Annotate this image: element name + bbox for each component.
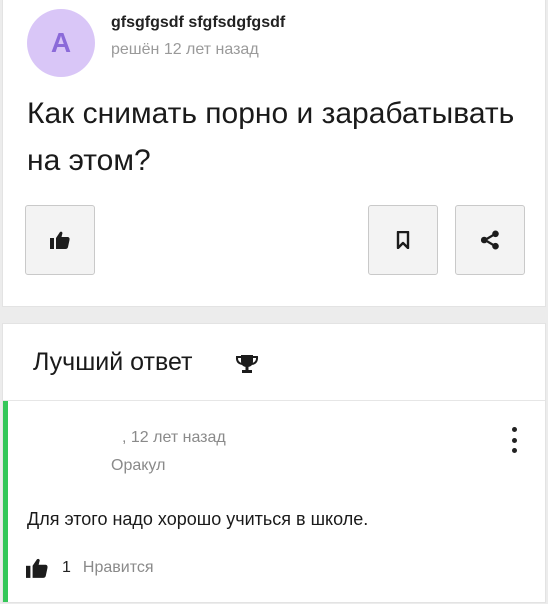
question-title: Как снимать порно и зарабатывать на этом… <box>27 97 515 177</box>
like-question-button[interactable] <box>25 205 95 275</box>
bookmark-icon <box>396 231 410 249</box>
thumbs-up-icon <box>26 558 48 578</box>
avatar-letter: A <box>50 27 72 58</box>
bookmark-button[interactable] <box>368 205 438 275</box>
like-label: Нравится <box>82 559 154 576</box>
answer-author-rank: Оракул <box>111 457 166 474</box>
best-answer-card: Лучший ответ , 12 лет назад Оракул Для э… <box>2 323 546 603</box>
best-answer-title: Лучший ответ <box>33 348 193 376</box>
more-options-button[interactable] <box>507 427 521 453</box>
answer-body: , 12 лет назад Оракул Для этого надо хор… <box>3 401 545 602</box>
question-status: решён 12 лет назад <box>111 41 259 58</box>
author-avatar[interactable]: A <box>27 9 95 77</box>
thumbs-up-icon <box>50 231 70 249</box>
like-answer-button[interactable]: 1 Нравится <box>26 555 154 581</box>
share-icon <box>480 230 499 250</box>
kebab-icon <box>511 427 517 432</box>
question-card: A gfsgfgsdf sfgfsdgfgsdf решён 12 лет на… <box>2 0 546 307</box>
like-count: 1 <box>62 559 71 576</box>
best-answer-header: Лучший ответ <box>3 324 545 401</box>
share-button[interactable] <box>455 205 525 275</box>
author-name[interactable]: gfsgfgsdf sfgfsdgfgsdf <box>111 14 285 32</box>
answer-time: , 12 лет назад <box>122 429 226 446</box>
answer-text: Для этого надо хорошо учиться в школе. <box>27 509 369 529</box>
trophy-icon <box>235 355 259 373</box>
